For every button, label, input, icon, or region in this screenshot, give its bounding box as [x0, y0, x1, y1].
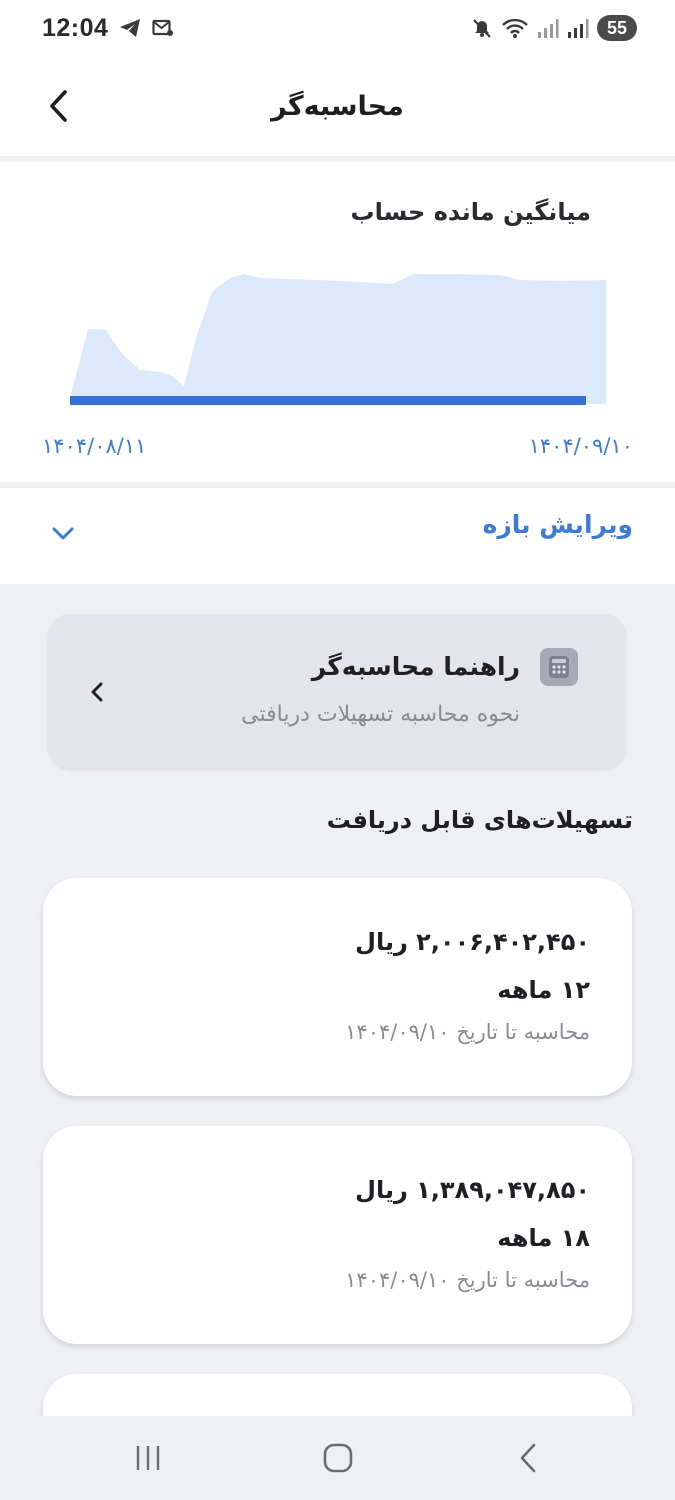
- facility-card[interactable]: ۲,۰۰۶,۴۰۲,۴۵۰ ریال ۱۲ ماهه محاسبه تا تار…: [43, 878, 632, 1096]
- chevron-down-icon: [52, 527, 74, 540]
- app-header: محاسبه‌گر: [0, 56, 675, 156]
- screen: 12:04 55 م: [0, 0, 675, 1500]
- wifi-icon: [501, 17, 529, 39]
- facility-amount: ۱,۳۸۹,۰۴۷,۸۵۰ ریال: [355, 1176, 590, 1204]
- recent-apps-icon: [136, 1446, 160, 1470]
- signal-icon-2: [567, 17, 589, 39]
- mute-icon: [471, 17, 493, 39]
- home-button[interactable]: [318, 1438, 358, 1478]
- status-left: 12:04: [42, 14, 174, 43]
- chart-date-end: ۱۴۰۴/۰۹/۱۰: [528, 434, 633, 458]
- message-icon: [152, 18, 174, 38]
- chevron-left-icon: [91, 682, 103, 702]
- facility-term: ۱۲ ماهه: [497, 976, 590, 1004]
- facility-date-note: محاسبه تا تاریخ ۱۴۰۴/۰۹/۱۰: [345, 1020, 590, 1044]
- balance-area-chart: [70, 274, 606, 405]
- system-back-button[interactable]: [508, 1438, 548, 1478]
- telegram-icon: [118, 17, 142, 39]
- home-icon: [323, 1443, 353, 1473]
- facility-date-note: محاسبه تا تاریخ ۱۴۰۴/۰۹/۱۰: [345, 1268, 590, 1292]
- system-nav-bar: [0, 1416, 675, 1500]
- edit-range-row[interactable]: ویرایش بازه: [0, 488, 675, 584]
- page-title: محاسبه‌گر: [271, 90, 404, 122]
- section-title: تسهیلات‌های قابل دریافت: [326, 806, 633, 834]
- chart-date-start: ۱۴۰۴/۰۸/۱۱: [42, 434, 147, 458]
- status-right: 55: [471, 15, 637, 41]
- signal-icon: [537, 17, 559, 39]
- edit-range-label: ویرایش بازه: [482, 510, 633, 539]
- chart-baseline-bar: [70, 396, 586, 405]
- facility-card[interactable]: ۱,۳۸۹,۰۴۷,۸۵۰ ریال ۱۸ ماهه محاسبه تا تار…: [43, 1126, 632, 1344]
- chart-title: میانگین مانده حساب: [350, 198, 591, 226]
- calculator-guide-card[interactable]: راهنما محاسبه‌گر نحوه محاسبه تسهیلات دری…: [48, 614, 626, 768]
- back-button[interactable]: [36, 84, 80, 128]
- status-bar: 12:04 55: [0, 0, 675, 56]
- back-icon: [520, 1443, 536, 1473]
- facility-amount: ۲,۰۰۶,۴۰۲,۴۵۰ ریال: [355, 928, 590, 956]
- recent-apps-button[interactable]: [128, 1438, 168, 1478]
- balance-chart-card: میانگین مانده حساب ۱۴۰۴/۰۸/۱۱ ۱۴۰۴/۰۹/۱۰: [0, 162, 675, 482]
- battery-indicator: 55: [597, 15, 637, 41]
- chevron-left-icon: [50, 90, 67, 122]
- guide-subtitle: نحوه محاسبه تسهیلات دریافتی: [241, 702, 520, 727]
- facility-term: ۱۸ ماهه: [497, 1224, 590, 1252]
- chart-area: [70, 274, 606, 404]
- guide-title: راهنما محاسبه‌گر: [311, 652, 520, 681]
- status-time: 12:04: [42, 13, 109, 42]
- calculator-icon: [540, 648, 578, 686]
